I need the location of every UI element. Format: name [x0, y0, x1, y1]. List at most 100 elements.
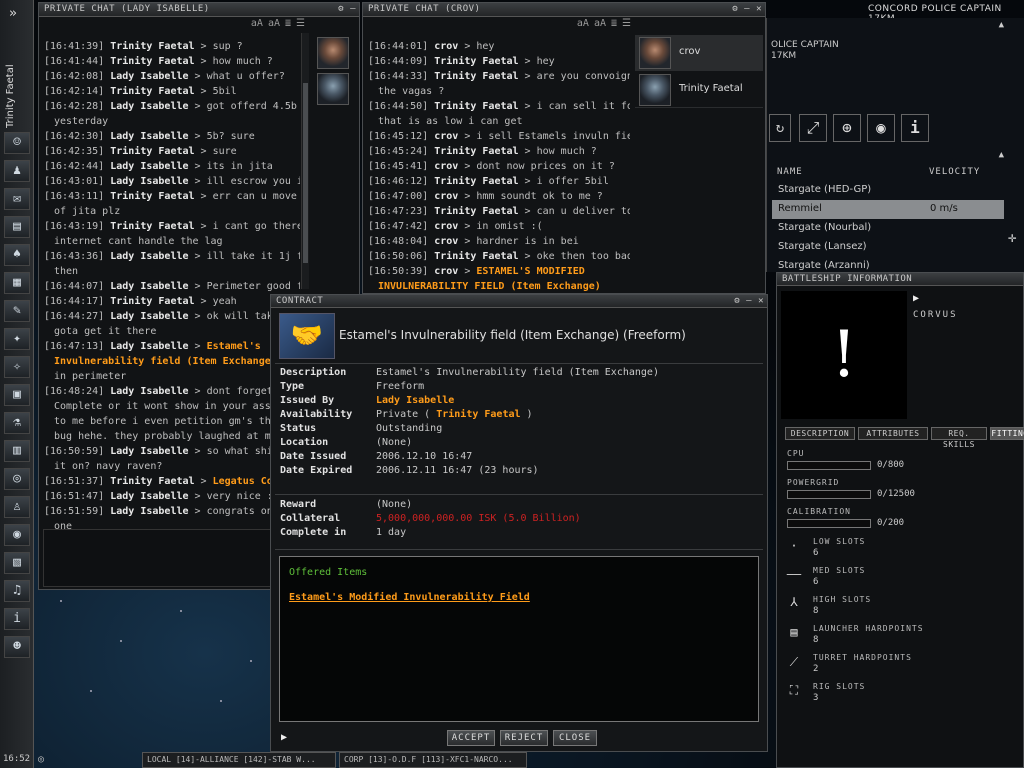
contracts-icon[interactable]: ✎	[4, 300, 30, 322]
expand-arrow-icon[interactable]: ▶	[913, 293, 919, 304]
bottom-tab-corp[interactable]: CORP [13]-O.D.F [113]-XFC1-NARCO...	[339, 752, 527, 768]
chat-scrollbar[interactable]	[301, 33, 309, 289]
tab-req-skills[interactable]: REQ. SKILLS	[931, 427, 987, 449]
science-icon[interactable]: ⚗	[4, 412, 30, 434]
expand-chevron-icon[interactable]: »	[9, 6, 17, 21]
chat-line: [16:45:24] Trinity Faetal > how much ?	[368, 146, 597, 157]
font-larger-icon[interactable]: aA	[268, 18, 280, 29]
character-icon[interactable]: ☺	[4, 132, 30, 154]
chat-line: [16:41:39] Trinity Faetal > sup ?	[44, 41, 243, 52]
close-icon[interactable]: ✕	[758, 296, 764, 307]
list-icon[interactable]: ≣	[285, 18, 291, 29]
overview-row[interactable]: Stargate (HED-GP)	[772, 181, 1004, 200]
browser-globe-icon[interactable]: ◉	[4, 524, 30, 546]
powergrid-value: 0/12500	[877, 489, 915, 499]
audio-icon[interactable]: ♫	[4, 580, 30, 602]
help-lifebuoy-icon[interactable]: ◎	[4, 468, 30, 490]
avatar-icon[interactable]: ☻	[4, 636, 30, 658]
overview-row[interactable]: Stargate (Nourbal)	[772, 219, 1004, 238]
overview-row[interactable]: Stargate (Lansez)	[772, 238, 1004, 257]
font-larger-icon[interactable]: aA	[594, 18, 606, 29]
chat-line: [16:48:04] crov > hardner is in bei	[368, 236, 579, 247]
offered-item-link[interactable]: Estamel's Modified Invulnerability Field	[289, 592, 530, 603]
field-label: Date Expired	[280, 465, 353, 476]
approach-icon[interactable]: ⤢	[799, 114, 827, 142]
launcher-icon: ▤	[790, 625, 798, 639]
contract-titlebar[interactable]: CONTRACT ⚙ – ✕	[271, 295, 767, 308]
font-smaller-icon[interactable]: aA	[577, 18, 589, 29]
corporation-icon[interactable]: ▧	[4, 552, 30, 574]
target-lock-icon[interactable]: ⊕	[833, 114, 861, 142]
bottom-tab-local[interactable]: LOCAL [14]-ALLIANCE [142]-STAB W...	[142, 752, 336, 768]
mail-icon[interactable]: ✉	[4, 188, 30, 210]
journal-icon[interactable]: ▦	[4, 272, 30, 294]
offered-items-header: Offered Items	[289, 567, 368, 578]
tab-description[interactable]: DESCRIPTION	[785, 427, 855, 440]
field-label: Type	[280, 381, 305, 392]
reject-button[interactable]: REJECT	[500, 730, 548, 746]
contract-field-status: Status Outstanding	[280, 423, 760, 437]
close-button[interactable]: CLOSE	[553, 730, 597, 746]
list-icon[interactable]: ≣	[611, 18, 617, 29]
settings-icon[interactable]: ⚙	[338, 4, 344, 15]
tab-fitting[interactable]: FITTING	[990, 427, 1024, 440]
powergrid-bar	[787, 490, 871, 499]
tab-attributes[interactable]: ATTRIBUTES	[858, 427, 928, 440]
minimize-icon[interactable]: –	[744, 4, 750, 15]
contract-field-date-expired: Date Expired 2006.12.11 16:47 (23 hours)	[280, 465, 760, 479]
minimize-icon[interactable]: –	[746, 296, 752, 307]
members-icon[interactable]: ☰	[622, 18, 631, 29]
minimize-icon[interactable]: –	[350, 4, 356, 15]
scrollbar-thumb[interactable]	[303, 83, 308, 263]
member-row[interactable]: Trinity Faetal	[635, 72, 763, 108]
cards-icon[interactable]: ♠	[4, 244, 30, 266]
info-icon[interactable]: i	[4, 608, 30, 630]
member-row[interactable]: crov	[635, 35, 763, 71]
chat-line: [16:44:09] Trinity Faetal > hey	[368, 56, 555, 67]
chat-line: [16:44:27] Lady Isabelle > ok will take …	[44, 311, 300, 322]
member-portrait[interactable]	[317, 73, 349, 105]
people-icon[interactable]: ♟	[4, 160, 30, 182]
orbit-icon[interactable]: ↻	[769, 114, 791, 142]
collapse-icon[interactable]: ▲	[999, 20, 1004, 30]
crosshair-icon[interactable]: ✛	[1008, 230, 1016, 246]
accept-button[interactable]: ACCEPT	[447, 730, 495, 746]
chat-toolbar: aA aA ≣ ☰	[39, 18, 309, 33]
overview-row[interactable]: Remmiel 0 m/s	[772, 200, 1004, 219]
broadcast-icon[interactable]: ◎	[38, 754, 44, 765]
chat-toolbar: aA aA ≣ ☰	[363, 18, 635, 33]
chat-line: [16:45:12] crov > i sell Estamels invuln…	[368, 131, 630, 142]
calculator-icon[interactable]: ▥	[4, 440, 30, 462]
member-portrait[interactable]	[317, 37, 349, 69]
chat-line-continued: bug hehe. they probably laughed at me	[54, 431, 277, 442]
members-icon[interactable]: ☰	[296, 18, 305, 29]
col-name-header[interactable]: NAME	[777, 167, 803, 177]
settings-icon[interactable]: ⚙	[732, 4, 738, 15]
expand-arrow-icon[interactable]: ▶	[281, 732, 287, 743]
slot-value: 6	[813, 548, 819, 558]
notepad-icon[interactable]: ▤	[4, 216, 30, 238]
field-value: Lady Isabelle	[376, 395, 455, 406]
field-label: Complete in	[280, 527, 347, 538]
font-smaller-icon[interactable]: aA	[251, 18, 263, 29]
chat-titlebar[interactable]: PRIVATE CHAT (LADY ISABELLE) ⚙ –	[39, 3, 359, 17]
chat-line-continued: in perimeter	[54, 371, 127, 382]
starmap-icon[interactable]: ✧	[4, 356, 30, 378]
chat-line-continued: Invulnerability field (Item Exchange) th…	[54, 356, 300, 367]
show-info-icon[interactable]: i	[901, 114, 929, 142]
chat-titlebar[interactable]: PRIVATE CHAT (CROV) ⚙ – ✕	[363, 3, 765, 17]
assets-icon[interactable]: ▣	[4, 384, 30, 406]
close-icon[interactable]: ✕	[756, 4, 762, 15]
map-icon[interactable]: ✦	[4, 328, 30, 350]
settings-icon[interactable]: ⚙	[734, 296, 740, 307]
look-at-icon[interactable]: ◉	[867, 114, 895, 142]
chat-line: [16:44:01] crov > hey	[368, 41, 495, 52]
collapse-icon[interactable]: ▲	[999, 150, 1004, 160]
pilot-icon[interactable]: ♙	[4, 496, 30, 518]
chat-line: [16:44:33] Trinity Faetal > are you conv…	[368, 71, 630, 82]
chat-input[interactable]	[43, 529, 307, 587]
col-velocity-header[interactable]: VELOCITY	[929, 167, 980, 177]
info-titlebar[interactable]: BATTLESHIP INFORMATION	[777, 273, 1023, 286]
chat-title: PRIVATE CHAT (LADY ISABELLE)	[44, 4, 210, 14]
overview-row-velocity: 0 m/s	[930, 203, 958, 214]
